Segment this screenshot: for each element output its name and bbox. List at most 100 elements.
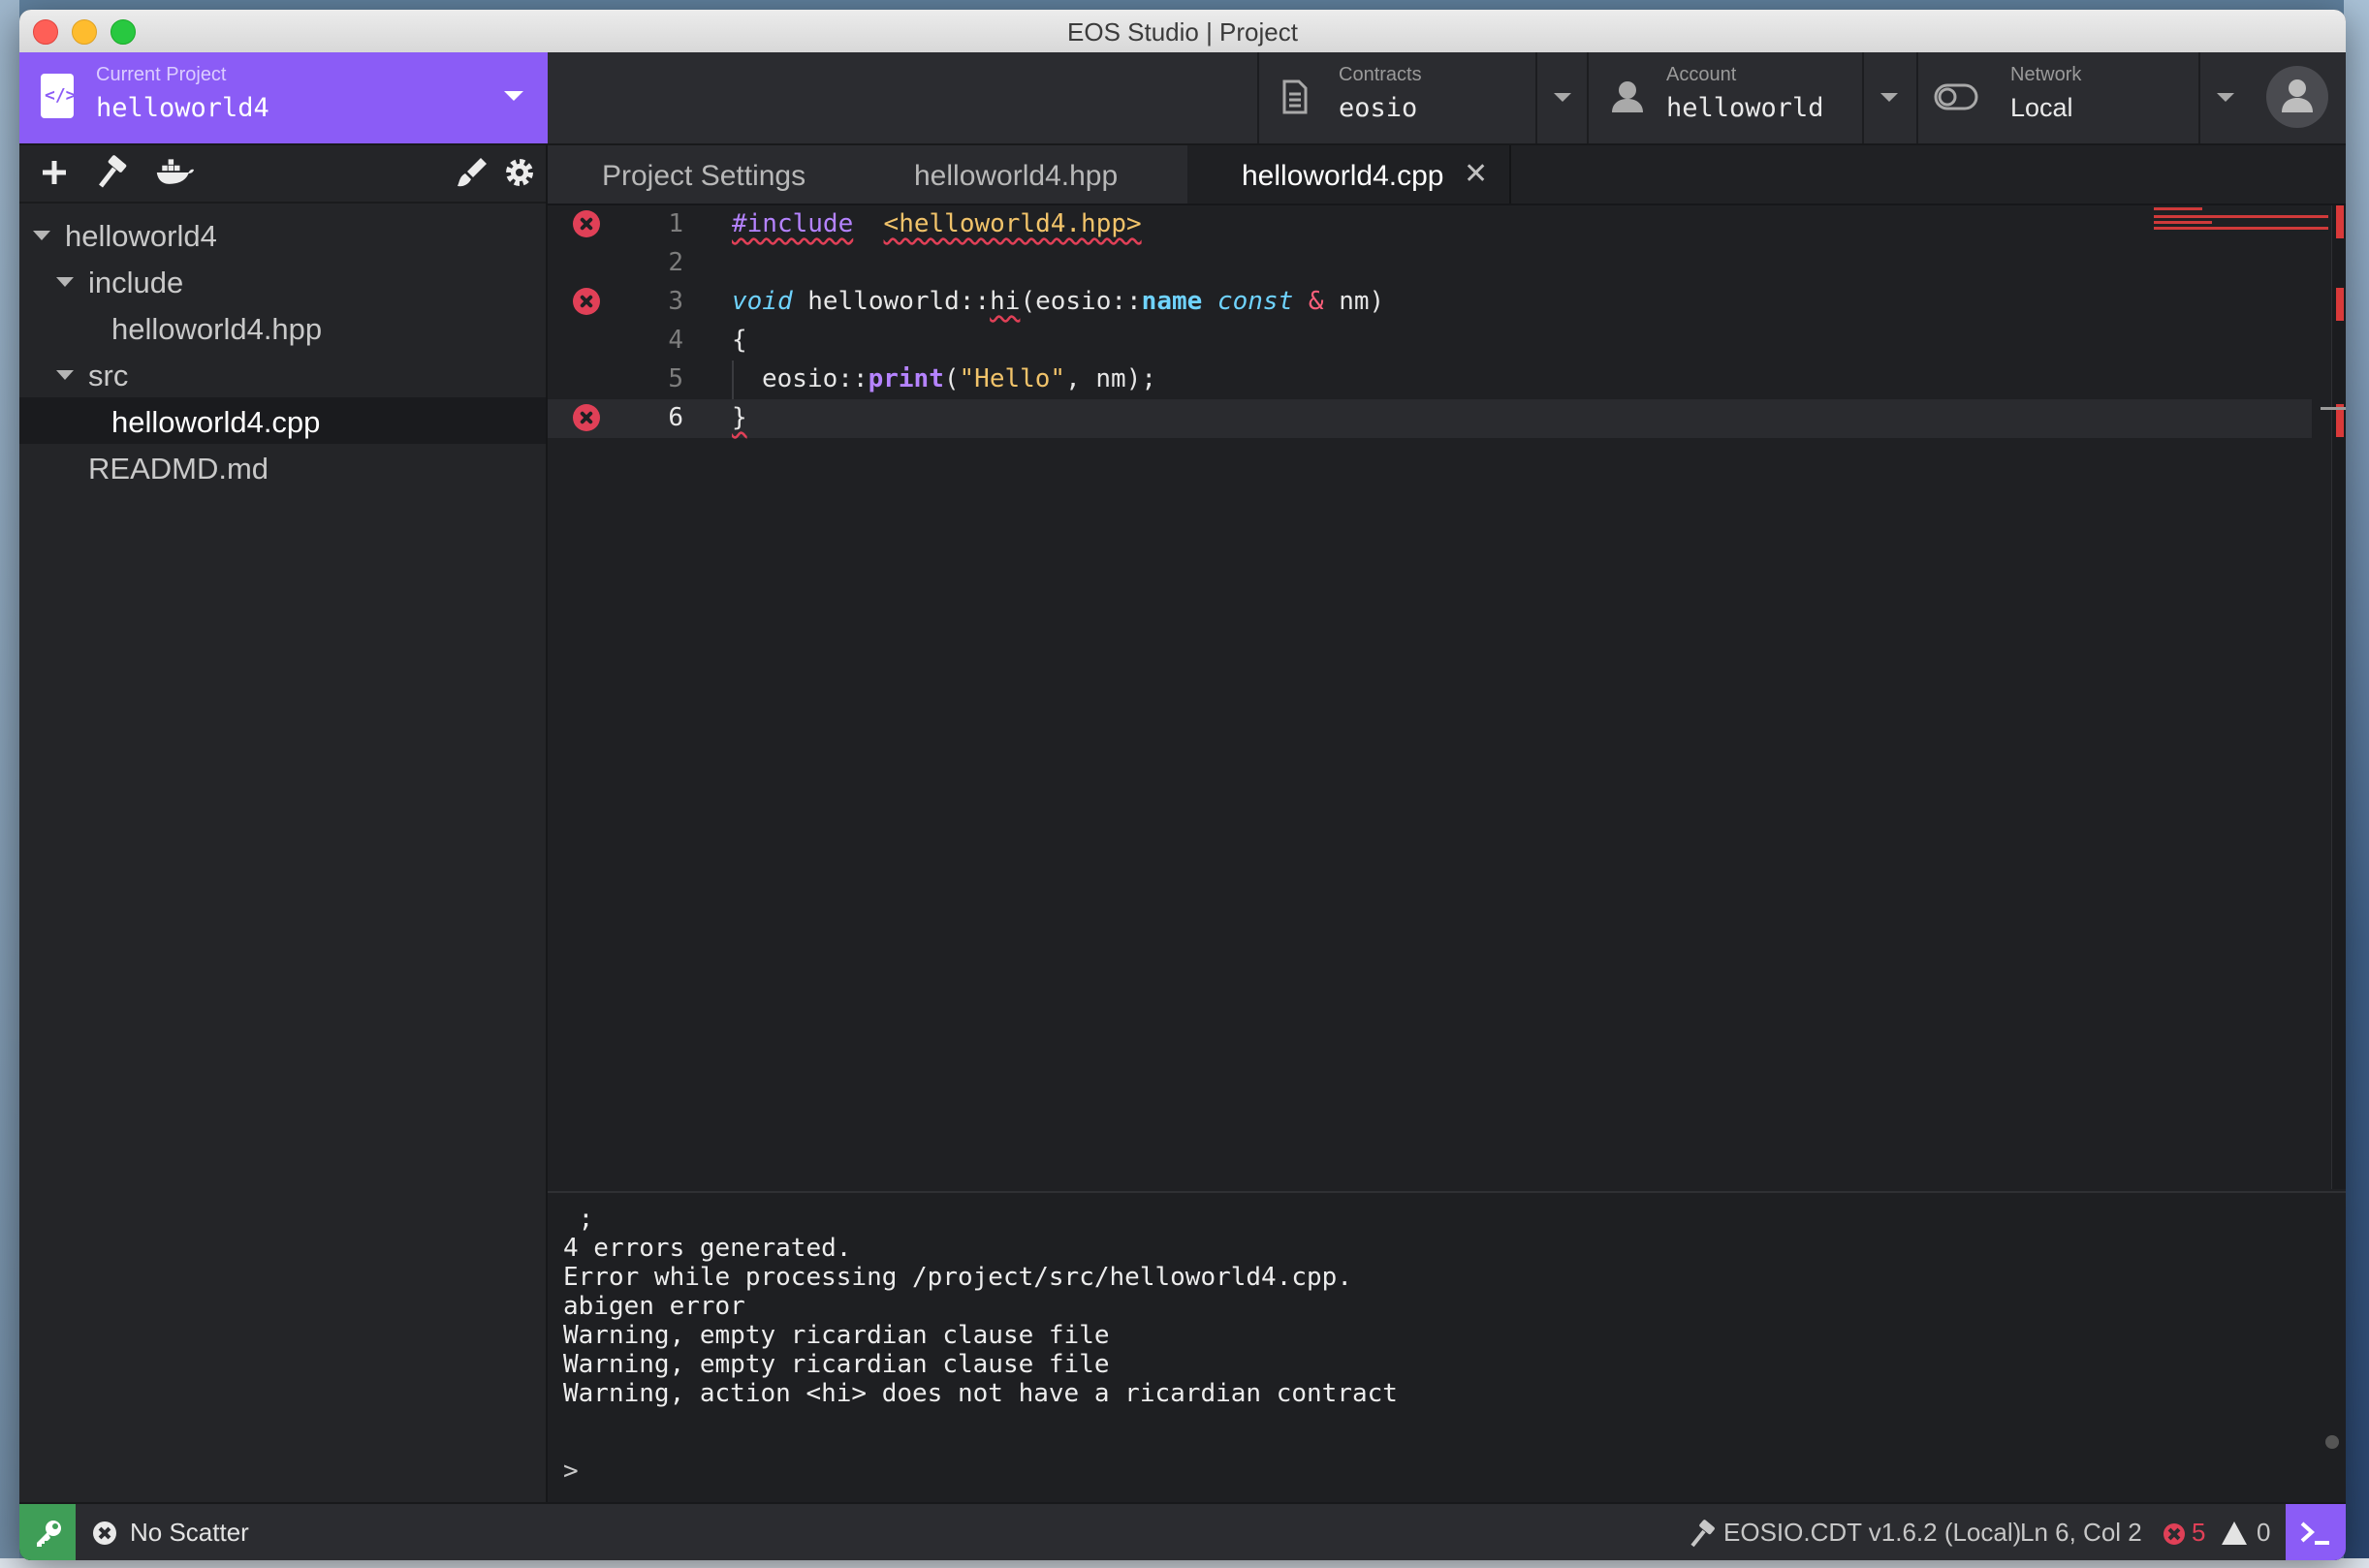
contracts-value: eosio [1339,93,1418,123]
error-marker-icon[interactable] [573,404,600,431]
current-project-selector[interactable]: </> Current Project helloworld4 [19,52,548,143]
app-window: EOS Studio | Project </> Current Project… [19,10,2346,1560]
tab-helloworld4-hpp[interactable]: helloworld4.hpp [860,145,1189,204]
document-icon [1282,79,1308,114]
output-line: Warning, empty ricardian clause file [563,1321,1110,1350]
network-caption: Network [2010,64,2082,85]
user-icon [1612,81,1643,112]
error-marker-icon[interactable] [573,210,600,237]
tab-project-settings[interactable]: Project Settings [548,145,862,204]
status-bar: No Scatter EOSIO.CDT v1.6.2 (Local) Ln 6… [19,1502,2346,1560]
line-number: 4 [668,326,683,355]
toggle-icon [1934,83,1978,110]
error-scroll-marker [2336,288,2344,321]
gear-icon[interactable] [500,153,539,192]
terminal-icon [2300,1521,2329,1545]
code-line[interactable]: 1 #include <helloworld4.hpp> [548,205,2312,244]
tree-item-label: helloworld4.hpp [111,312,323,346]
line-number: 3 [668,287,683,316]
hammer-icon [1690,1520,1715,1548]
account-dropdown[interactable] [1862,52,1914,143]
code-line[interactable]: 5 eosio::print("Hello", nm); [548,361,2312,399]
code-text: #include <helloworld4.hpp> [732,209,1142,238]
terminal-output-panel[interactable]: ; 4 errors generated. Error while proces… [548,1191,2346,1504]
code-line[interactable]: 4 { [548,322,2312,361]
tree-item-label: include [88,266,184,299]
terminal-toggle-button[interactable] [2286,1504,2346,1560]
tree-item-src-folder[interactable]: src [19,351,546,397]
output-line: Warning, empty ricardian clause file [563,1350,1110,1379]
add-icon[interactable] [35,153,74,192]
scatter-status[interactable]: No Scatter [130,1518,249,1548]
tree-item-cpp-file[interactable]: helloworld4.cpp [19,397,546,444]
code-text: eosio::print("Hello", nm); [762,364,1157,393]
tab-helloworld4-cpp[interactable]: helloworld4.cpp ✕ [1187,145,1511,204]
desktop-background-left [0,0,19,1568]
tree-item-label: helloworld4 [65,219,217,253]
scroll-indicator[interactable] [2325,1435,2339,1449]
desktop-background-right [2344,0,2369,1568]
chevron-down-icon[interactable] [504,91,523,101]
code-line[interactable]: 2 [548,244,2312,283]
file-explorer: helloworld4 include helloworld4.hpp src … [19,145,548,1502]
terminal-prompt[interactable]: > [563,1457,579,1486]
disconnected-icon [93,1521,116,1545]
output-line: Error while processing /project/src/hell… [563,1263,1352,1292]
network-selector[interactable]: Network Local [1916,52,2267,143]
output-line: Warning, action <hi> does not have a ric… [563,1379,1398,1408]
account-caption: Account [1666,64,1737,85]
tree-item-readme-file[interactable]: READMD.md [19,444,546,490]
key-button[interactable] [19,1504,76,1560]
compiler-version[interactable]: EOSIO.CDT v1.6.2 (Local) [1723,1518,2021,1548]
account-selector[interactable]: Account helloworld [1587,52,1918,143]
warning-icon [2222,1521,2247,1545]
code-editor[interactable]: 1 #include <helloworld4.hpp> 2 3 void he… [548,205,2346,1189]
window-title: EOS Studio | Project [1067,17,1298,47]
account-value: helloworld [1666,93,1824,123]
tab-label: helloworld4.hpp [914,160,1119,192]
code-line[interactable]: 3 void helloworld::hi(eosio::name const … [548,283,2312,322]
code-text: { [732,326,747,355]
network-dropdown[interactable] [2198,52,2251,143]
key-icon [37,1521,61,1547]
output-line: abigen error [563,1292,745,1321]
tree-item-include-folder[interactable]: include [19,258,546,304]
code-text: } [732,403,747,432]
error-count[interactable]: 5 [2192,1518,2205,1548]
explorer-toolbar [19,145,546,204]
tree-item-label: helloworld4.cpp [111,405,321,439]
editor-tab-bar: Project Settings helloworld4.hpp hellowo… [548,145,2346,205]
tree-item-label: src [88,359,129,392]
avatar[interactable] [2266,66,2328,128]
user-icon [2282,79,2313,112]
top-header: </> Current Project helloworld4 Contract… [19,52,2346,145]
docker-icon[interactable] [155,153,194,192]
chevron-down-icon[interactable] [33,231,50,240]
warning-count[interactable]: 0 [2257,1518,2270,1548]
chevron-down-icon[interactable] [56,277,74,287]
tree-item-label: READMD.md [88,452,269,486]
line-number: 6 [668,403,683,432]
tab-label: Project Settings [602,160,806,192]
cursor-scroll-marker [2321,407,2346,410]
close-tab-icon[interactable]: ✕ [1464,157,1488,191]
editor-scrollbar[interactable] [2321,205,2346,1189]
code-line-current[interactable]: 6 } [548,399,2312,438]
minimap[interactable] [2152,205,2331,235]
error-marker-icon[interactable] [573,288,600,315]
output-line: ; [563,1205,594,1234]
hammer-icon[interactable] [93,153,132,192]
chevron-down-icon [2217,93,2234,102]
chevron-down-icon [1880,93,1898,102]
contracts-dropdown[interactable] [1535,52,1588,143]
title-bar: EOS Studio | Project [19,10,2346,53]
chevron-down-icon[interactable] [56,370,74,380]
tree-item-project-root[interactable]: helloworld4 [19,211,546,258]
line-number: 2 [668,248,683,277]
chevron-down-icon [1554,93,1571,102]
tree-item-hpp-file[interactable]: helloworld4.hpp [19,304,546,351]
cursor-position[interactable]: Ln 6, Col 2 [2020,1518,2142,1548]
network-value: Local [2010,93,2073,122]
contracts-selector[interactable]: Contracts eosio [1257,52,1608,143]
brush-icon[interactable] [452,153,490,192]
